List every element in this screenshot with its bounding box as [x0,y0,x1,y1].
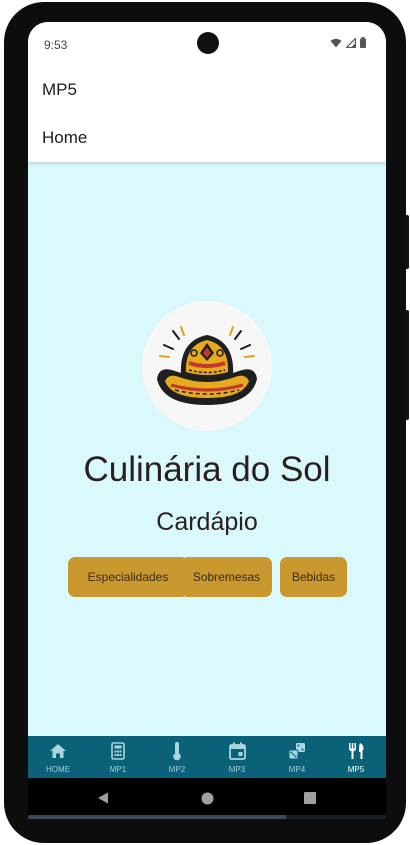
battery-icon [360,37,366,48]
nav-label-mp2: MP2 [168,765,186,774]
status-time: 9:53 [44,38,68,52]
wifi-icon [330,38,342,47]
nav-label-mp4: MP4 [288,765,306,774]
nav-item-mp4[interactable]: MP4 [267,736,327,778]
bottom-navigation: HOME MP1 MP2 MP3 MP4 MP5 [28,736,386,778]
home-indicator [28,815,386,819]
restaurant-name: Culinária do Sol [83,450,331,489]
app-title: MP5 [42,80,77,99]
nav-item-home[interactable]: HOME [28,736,88,778]
nav-item-mp1[interactable]: MP1 [88,736,148,778]
page-header: Home [28,114,386,162]
nav-label-mp3: MP3 [228,765,246,774]
nav-item-mp3[interactable]: MP3 [207,736,267,778]
nav-item-mp2[interactable]: MP2 [147,736,207,778]
dice-icon [288,741,306,761]
volume-button [405,215,409,269]
power-button [405,310,409,420]
thermometer-icon [172,741,182,761]
status-bar: 9:53 [28,22,386,66]
logo [142,301,272,431]
recents-icon[interactable] [304,792,316,804]
nav-label-home: HOME [46,765,70,774]
signal-icon [346,37,356,48]
page-title: Home [42,128,88,147]
menu-subtitle: Cardápio [156,508,258,536]
main-content: Culinária do Sol Cardápio Especialidades… [28,162,386,736]
especialidades-button[interactable]: Especialidades [68,557,188,597]
system-navigation-bar [28,778,386,818]
status-icons [330,37,366,48]
nav-label-mp5: MP5 [347,765,365,774]
app-bar: MP5 [28,66,386,114]
home-icon [49,741,67,761]
calculator-icon [111,741,125,761]
nav-item-mp5[interactable]: MP5 [326,736,386,778]
restaurant-icon [347,741,365,761]
home-button-icon[interactable] [201,792,214,805]
front-camera [197,32,219,54]
calendar-icon [228,741,246,761]
sombrero-logo-icon [157,326,257,405]
bebidas-button[interactable]: Bebidas [280,557,347,597]
nav-label-mp1: MP1 [109,765,127,774]
screen: 9:53 MP5 Home Culinária do Sol Cardápio … [28,22,386,818]
sobremesas-button[interactable]: Sobremesas [181,557,272,597]
back-icon[interactable] [97,792,109,804]
